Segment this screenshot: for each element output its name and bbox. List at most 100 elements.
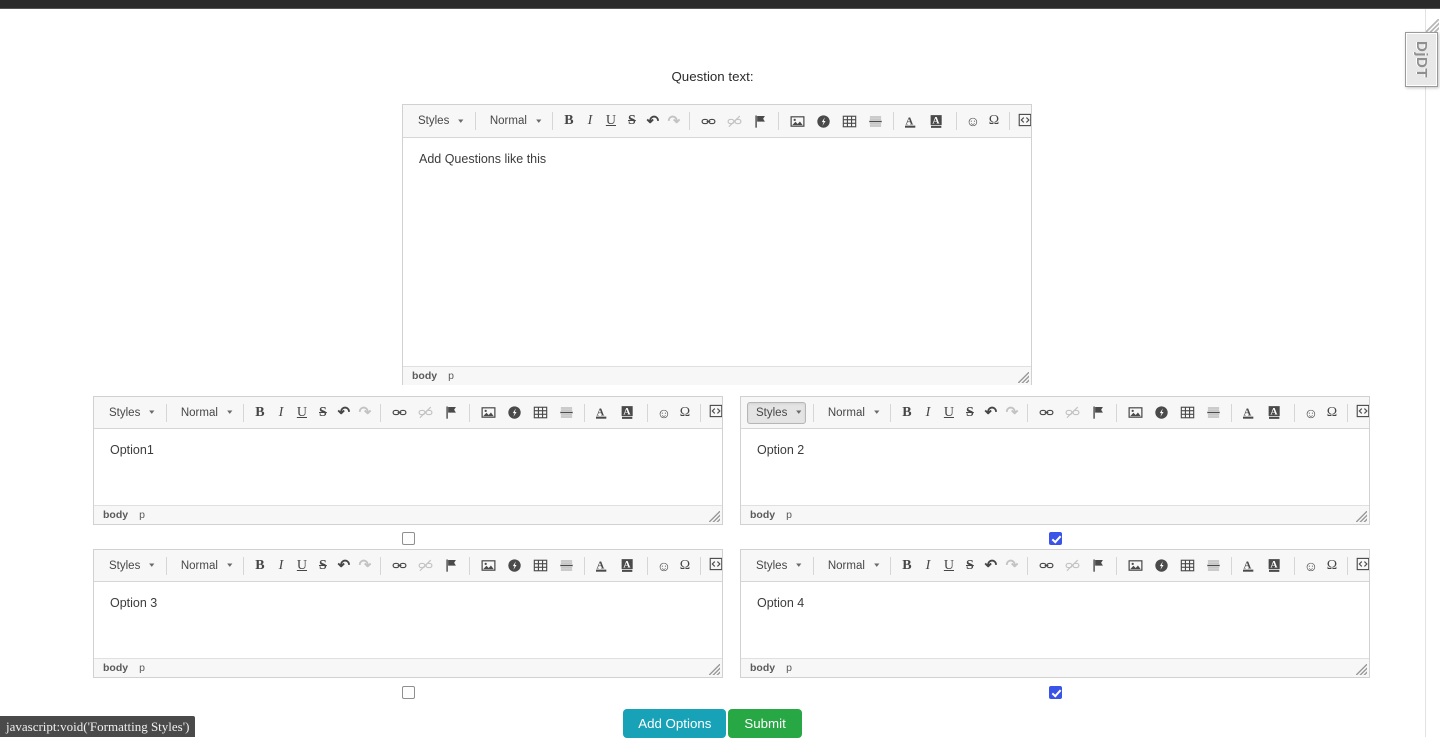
question-text-editor[interactable]: Styles▾Normal▾BIUS↶↷AA☺ΩSource Add Quest… — [402, 104, 1032, 385]
editor-resize-handle[interactable] — [709, 664, 720, 675]
image-icon[interactable] — [476, 403, 500, 423]
anchor-flag-icon[interactable] — [1086, 556, 1110, 576]
link-icon[interactable] — [696, 111, 720, 131]
undo-icon[interactable]: ↶ — [981, 403, 1000, 423]
horizontal-rule-icon[interactable] — [554, 403, 578, 423]
django-debug-toolbar-handle[interactable]: DjDT — [1405, 32, 1438, 87]
editor-resize-handle[interactable] — [1356, 511, 1367, 522]
option-3-source-button[interactable]: Source — [706, 556, 722, 576]
elements-path-p[interactable]: p — [786, 509, 792, 521]
link-icon[interactable] — [387, 556, 411, 576]
background-color-icon[interactable]: A — [926, 111, 950, 131]
table-icon[interactable] — [1175, 556, 1199, 576]
editor-resize-handle[interactable] — [1356, 664, 1367, 675]
image-icon[interactable] — [1123, 403, 1147, 423]
flash-media-icon[interactable] — [811, 111, 835, 131]
smiley-icon[interactable]: ☺ — [654, 403, 673, 423]
option-1-format-dropdown[interactable]: Normal▾ — [172, 402, 237, 424]
option-3-correct-checkbox[interactable] — [402, 686, 415, 699]
horizontal-rule-icon[interactable] — [1201, 556, 1225, 576]
background-color-icon[interactable]: A — [1264, 556, 1288, 576]
option-1-source-button[interactable]: Source — [706, 403, 722, 423]
elements-path-body[interactable]: body — [750, 509, 775, 521]
italic-icon[interactable]: I — [271, 403, 290, 423]
smiley-icon[interactable]: ☺ — [963, 111, 982, 131]
underline-icon[interactable]: U — [292, 556, 311, 576]
smiley-icon[interactable]: ☺ — [1301, 556, 1320, 576]
text-color-icon[interactable]: A — [591, 403, 615, 423]
horizontal-rule-icon[interactable] — [554, 556, 578, 576]
option-1-editor-content[interactable]: Option1 — [94, 429, 722, 505]
bold-icon[interactable]: B — [897, 403, 916, 423]
elements-path-p[interactable]: p — [786, 662, 792, 674]
submit-button[interactable]: Submit — [728, 709, 801, 738]
elements-path-body[interactable]: body — [103, 509, 128, 521]
page-scrollbar[interactable] — [1425, 9, 1440, 737]
option-2-editor-content[interactable]: Option 2 — [741, 429, 1369, 505]
editor-resize-handle[interactable] — [1018, 372, 1029, 383]
italic-icon[interactable]: I — [918, 403, 937, 423]
strikethrough-icon[interactable]: S — [313, 403, 332, 423]
smiley-icon[interactable]: ☺ — [1301, 403, 1320, 423]
undo-icon[interactable]: ↶ — [981, 556, 1000, 576]
option-4-styles-dropdown[interactable]: Styles▾ — [747, 555, 806, 577]
undo-icon[interactable]: ↶ — [334, 556, 353, 576]
flash-media-icon[interactable] — [502, 556, 526, 576]
strikethrough-icon[interactable]: S — [622, 111, 641, 131]
link-icon[interactable] — [1034, 403, 1058, 423]
table-icon[interactable] — [528, 556, 552, 576]
background-color-icon[interactable]: A — [1264, 403, 1288, 423]
italic-icon[interactable]: I — [580, 111, 599, 131]
option-4-format-dropdown[interactable]: Normal▾ — [819, 555, 884, 577]
option-2-styles-dropdown[interactable]: Styles▾ — [747, 402, 806, 424]
add-options-button[interactable]: Add Options — [623, 709, 726, 738]
elements-path-body[interactable]: body — [103, 662, 128, 674]
special-character-icon[interactable]: Ω — [1322, 403, 1341, 423]
option-2-source-button[interactable]: Source — [1353, 403, 1369, 423]
text-color-icon[interactable]: A — [1238, 556, 1262, 576]
option-4-editor-content[interactable]: Option 4 — [741, 582, 1369, 658]
link-icon[interactable] — [1034, 556, 1058, 576]
elements-path-body[interactable]: body — [750, 662, 775, 674]
special-character-icon[interactable]: Ω — [675, 556, 694, 576]
anchor-flag-icon[interactable] — [748, 111, 772, 131]
question-source-button[interactable]: Source — [1015, 111, 1031, 131]
strikethrough-icon[interactable]: S — [960, 403, 979, 423]
option-3-styles-dropdown[interactable]: Styles▾ — [100, 555, 159, 577]
underline-icon[interactable]: U — [939, 556, 958, 576]
table-icon[interactable] — [528, 403, 552, 423]
strikethrough-icon[interactable]: S — [313, 556, 332, 576]
undo-icon[interactable]: ↶ — [643, 111, 662, 131]
elements-path-p[interactable]: p — [139, 662, 145, 674]
italic-icon[interactable]: I — [918, 556, 937, 576]
text-color-icon[interactable]: A — [1238, 403, 1262, 423]
option-4-correct-checkbox[interactable] — [1049, 686, 1062, 699]
smiley-icon[interactable]: ☺ — [654, 556, 673, 576]
flash-media-icon[interactable] — [1149, 403, 1173, 423]
table-icon[interactable] — [1175, 403, 1199, 423]
option-1-editor[interactable]: Styles▾Normal▾BIUS↶↷AA☺ΩSource Option1 b… — [93, 396, 723, 525]
question-editor-content[interactable]: Add Questions like this — [403, 138, 1031, 366]
elements-path-body[interactable]: body — [412, 370, 437, 382]
horizontal-rule-icon[interactable] — [863, 111, 887, 131]
option-2-editor[interactable]: Styles▾Normal▾BIUS↶↷AA☺ΩSource Option 2 … — [740, 396, 1370, 525]
anchor-flag-icon[interactable] — [1086, 403, 1110, 423]
strikethrough-icon[interactable]: S — [960, 556, 979, 576]
text-color-icon[interactable]: A — [591, 556, 615, 576]
bold-icon[interactable]: B — [559, 111, 578, 131]
option-1-correct-checkbox[interactable] — [402, 532, 415, 545]
option-4-source-button[interactable]: Source — [1353, 556, 1369, 576]
special-character-icon[interactable]: Ω — [675, 403, 694, 423]
option-1-styles-dropdown[interactable]: Styles▾ — [100, 402, 159, 424]
elements-path-p[interactable]: p — [448, 370, 454, 382]
background-color-icon[interactable]: A — [617, 556, 641, 576]
flash-media-icon[interactable] — [1149, 556, 1173, 576]
option-3-editor-content[interactable]: Option 3 — [94, 582, 722, 658]
background-color-icon[interactable]: A — [617, 403, 641, 423]
link-icon[interactable] — [387, 403, 411, 423]
table-icon[interactable] — [837, 111, 861, 131]
option-2-correct-checkbox[interactable] — [1049, 532, 1062, 545]
option-3-format-dropdown[interactable]: Normal▾ — [172, 555, 237, 577]
option-2-format-dropdown[interactable]: Normal▾ — [819, 402, 884, 424]
italic-icon[interactable]: I — [271, 556, 290, 576]
